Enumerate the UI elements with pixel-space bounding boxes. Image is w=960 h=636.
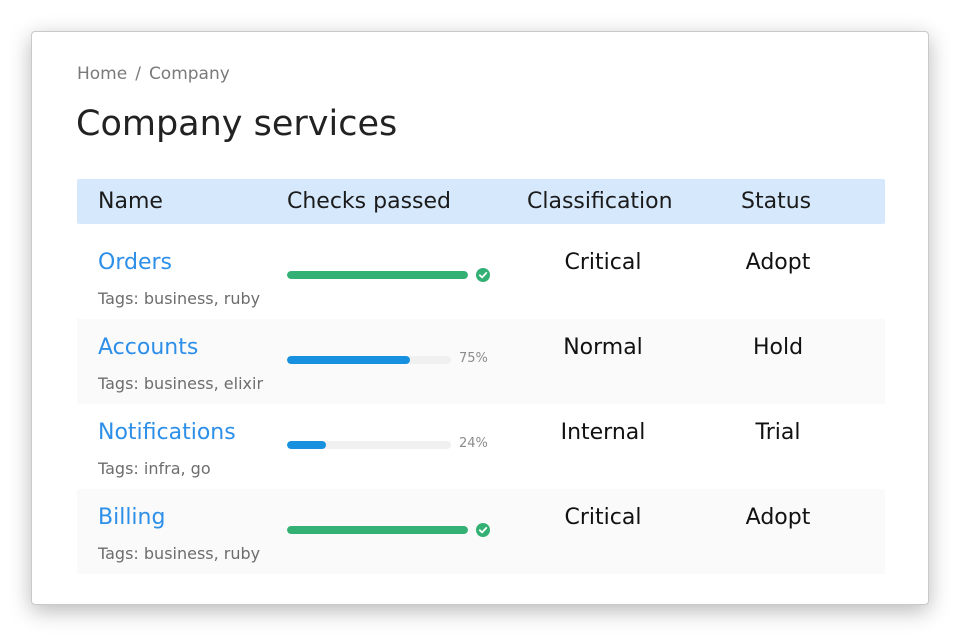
checks-progress-bar: [287, 441, 451, 449]
page-title: Company services: [76, 104, 398, 144]
checks-progress-bar: [287, 356, 451, 364]
service-status: Adopt: [745, 250, 811, 275]
services-table: Name Checks passed Classification Status…: [77, 179, 885, 574]
service-name-link[interactable]: Orders: [98, 250, 172, 275]
table-row: Notifications Tags: infra, go 24% Intern…: [77, 404, 885, 489]
breadcrumb-current: Company: [148, 64, 230, 84]
checks-progress-bar: [287, 271, 468, 279]
app-window: Home / Company Company services Name Che…: [31, 31, 929, 605]
table-row: Orders Tags: business, ruby Critical Ado…: [77, 234, 885, 319]
service-status: Adopt: [745, 505, 811, 530]
column-header-status: Status: [741, 189, 812, 214]
table-row: Accounts Tags: business, elixir 75% Norm…: [77, 319, 885, 404]
column-header-classification: Classification: [527, 189, 673, 214]
service-classification: Normal: [563, 335, 643, 360]
table-row: Billing Tags: business, ruby Critical Ad…: [77, 489, 885, 574]
service-classification: Critical: [564, 505, 642, 530]
checks-progress-fill: [287, 271, 468, 279]
table-body: Orders Tags: business, ruby Critical Ado…: [77, 234, 885, 574]
breadcrumb-separator: /: [135, 64, 141, 84]
service-name-link[interactable]: Accounts: [98, 335, 198, 360]
column-header-checks: Checks passed: [287, 189, 452, 214]
service-classification: Critical: [564, 250, 642, 275]
checks-progress-fill: [287, 526, 468, 534]
service-tags: Tags: business, ruby: [98, 289, 261, 308]
checks-progress-fill: [287, 356, 410, 364]
checks-progress-fill: [287, 441, 327, 449]
checks-percent-label: 75%: [459, 351, 488, 366]
service-name-link[interactable]: Notifications: [98, 420, 236, 445]
service-status: Trial: [755, 420, 801, 445]
checks-progress-bar: [287, 526, 468, 534]
check-circle-icon: [476, 268, 490, 282]
service-status: Hold: [752, 335, 804, 360]
service-classification: Internal: [560, 420, 646, 445]
service-tags: Tags: business, ruby: [98, 544, 261, 563]
breadcrumb: Home / Company: [77, 64, 230, 84]
table-header: Name Checks passed Classification Status: [77, 179, 885, 224]
service-tags: Tags: infra, go: [98, 459, 211, 478]
service-name-link[interactable]: Billing: [98, 505, 165, 530]
column-header-name: Name: [98, 189, 163, 214]
check-circle-icon: [476, 523, 490, 537]
breadcrumb-home[interactable]: Home: [77, 64, 127, 84]
checks-percent-label: 24%: [459, 436, 488, 451]
service-tags: Tags: business, elixir: [98, 374, 264, 393]
